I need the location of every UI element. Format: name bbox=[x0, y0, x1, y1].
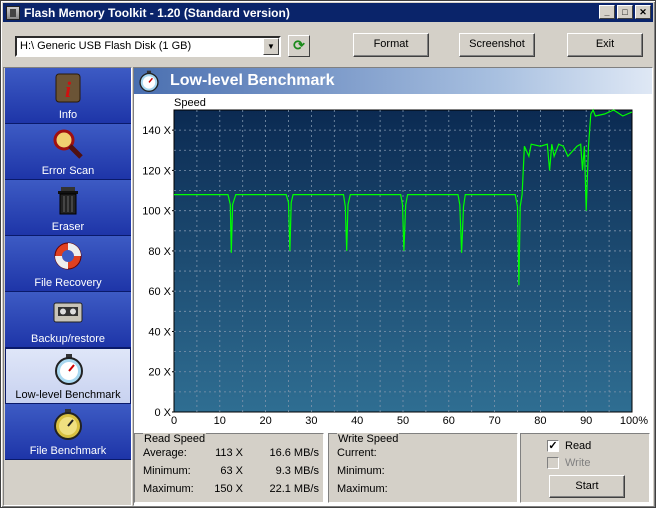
y-tick-label: 40 X bbox=[148, 326, 171, 338]
magnifier-icon bbox=[53, 129, 83, 159]
sidebar-item-backup-restore[interactable]: Backup/restore bbox=[5, 292, 131, 348]
x-tick-label: 60 bbox=[443, 415, 455, 427]
sidebar-item-file-recovery[interactable]: File Recovery bbox=[5, 236, 131, 292]
read-speed-panel: Read Speed Average: 113 X 16.6 MB/s Mini… bbox=[134, 433, 324, 503]
screenshot-button[interactable]: Screenshot bbox=[459, 33, 535, 57]
section-header: Low-level Benchmark bbox=[134, 68, 652, 94]
y-tick-label: 140 X bbox=[142, 125, 171, 137]
start-button[interactable]: Start bbox=[549, 475, 625, 498]
x-tick-label: 30 bbox=[305, 415, 317, 427]
read-minimum-x: 63 X bbox=[220, 465, 243, 477]
tape-icon bbox=[53, 302, 83, 323]
sidebar-item-info[interactable]: i Info bbox=[5, 68, 131, 124]
checkbox-box bbox=[547, 457, 559, 469]
window-controls: _ □ ✕ bbox=[597, 5, 651, 19]
sidebar-item-label: File Benchmark bbox=[29, 445, 107, 457]
app-window: Flash Memory Toolkit - 1.20 (Standard ve… bbox=[0, 0, 656, 508]
svg-text:i: i bbox=[65, 77, 72, 102]
sidebar-item-label: Eraser bbox=[51, 221, 85, 233]
x-tick-label: 0 bbox=[171, 415, 177, 427]
read-average-mbs: 16.6 MB/s bbox=[269, 447, 319, 459]
write-speed-panel: Write Speed Current: Minimum: Maximum: bbox=[328, 433, 518, 503]
close-button[interactable]: ✕ bbox=[635, 5, 651, 19]
trash-icon bbox=[58, 187, 78, 215]
stopwatch-icon bbox=[54, 409, 82, 440]
stopwatch-icon bbox=[139, 70, 159, 92]
checkmark-icon: ✓ bbox=[547, 440, 559, 452]
read-maximum-label: Maximum: bbox=[143, 483, 194, 495]
write-minimum-label: Minimum: bbox=[337, 465, 385, 477]
sidebar: i Info Error Scan Eraser File Recovery B… bbox=[3, 67, 132, 506]
section-title: Low-level Benchmark bbox=[170, 72, 335, 89]
main-panel: Low-level Benchmark 0 X 20 X 40 X 60 X 80 X 1… bbox=[133, 67, 653, 506]
drive-select-value: H:\ Generic USB Flash Disk (1 GB) bbox=[20, 40, 192, 52]
y-tick-label: 0 X bbox=[154, 407, 171, 419]
refresh-icon[interactable]: ⟳ bbox=[288, 35, 310, 57]
sidebar-item-low-level-benchmark[interactable]: Low-level Benchmark bbox=[5, 348, 131, 404]
x-tick-label: 40 bbox=[351, 415, 363, 427]
lifebuoy-icon bbox=[54, 242, 82, 270]
toolbar: H:\ Generic USB Flash Disk (1 GB) ▼ ⟳ Fo… bbox=[1, 25, 655, 65]
write-speed-title: Write Speed bbox=[337, 433, 400, 445]
y-tick-label: 60 X bbox=[148, 286, 171, 298]
minimize-button[interactable]: _ bbox=[599, 5, 615, 19]
x-tick-label: 50 bbox=[397, 415, 409, 427]
read-average-label: Average: bbox=[143, 447, 187, 459]
chevron-down-icon[interactable]: ▼ bbox=[263, 38, 279, 55]
stopwatch-icon bbox=[55, 354, 83, 385]
x-tick-label: 80 bbox=[534, 415, 546, 427]
read-speed-title: Read Speed bbox=[143, 433, 207, 445]
read-maximum-mbs: 22.1 MB/s bbox=[269, 483, 319, 495]
x-tick-label: 100% bbox=[620, 415, 648, 427]
write-checkbox-label: Write bbox=[565, 457, 591, 469]
options-panel: ✓ Read Write Start bbox=[520, 433, 650, 503]
y-tick-label: 120 X bbox=[142, 165, 171, 177]
write-maximum-label: Maximum: bbox=[337, 483, 388, 495]
info-icon: i bbox=[55, 73, 81, 103]
x-tick-label: 10 bbox=[214, 415, 226, 427]
read-average-x: 113 X bbox=[215, 447, 243, 459]
write-current-label: Current: bbox=[337, 447, 377, 459]
read-checkbox-label: Read bbox=[565, 440, 592, 452]
read-checkbox[interactable]: ✓ Read bbox=[547, 440, 591, 452]
sidebar-item-error-scan[interactable]: Error Scan bbox=[5, 124, 131, 180]
sidebar-item-label: Info bbox=[58, 109, 78, 121]
x-tick-label: 20 bbox=[259, 415, 271, 427]
sidebar-item-file-benchmark[interactable]: File Benchmark bbox=[5, 404, 131, 460]
y-tick-label: 20 X bbox=[148, 367, 171, 379]
write-checkbox[interactable]: Write bbox=[547, 457, 590, 469]
maximize-button[interactable]: □ bbox=[617, 5, 633, 19]
sidebar-item-label: Error Scan bbox=[41, 165, 95, 177]
sidebar-item-label: Backup/restore bbox=[31, 333, 105, 345]
window-title: Flash Memory Toolkit - 1.20 (Standard ve… bbox=[24, 5, 290, 20]
x-tick-label: 90 bbox=[580, 415, 592, 427]
x-tick-label: 70 bbox=[488, 415, 500, 427]
chart-svg: 0 X 20 X 40 X 60 X 80 X 100 X 120 X 140 X 0 10 20 3… bbox=[142, 97, 648, 427]
drive-select[interactable]: H:\ Generic USB Flash Disk (1 GB) ▼ bbox=[15, 36, 281, 57]
benchmark-chart: 0 X 20 X 40 X 60 X 80 X 100 X 120 X 140 X 0 10 20 3… bbox=[134, 94, 652, 432]
app-icon bbox=[6, 5, 20, 20]
sidebar-item-label: File Recovery bbox=[34, 277, 102, 289]
read-minimum-mbs: 9.3 MB/s bbox=[275, 465, 319, 477]
read-minimum-label: Minimum: bbox=[143, 465, 191, 477]
sidebar-item-label: Low-level Benchmark bbox=[15, 389, 121, 401]
y-tick-label: 80 X bbox=[148, 246, 171, 258]
sidebar-item-eraser[interactable]: Eraser bbox=[5, 180, 131, 236]
title-bar: Flash Memory Toolkit - 1.20 (Standard ve… bbox=[3, 3, 653, 22]
format-button[interactable]: Format bbox=[353, 33, 429, 57]
y-tick-label: 100 X bbox=[142, 206, 171, 218]
exit-button[interactable]: Exit bbox=[567, 33, 643, 57]
y-axis-label: Speed bbox=[174, 97, 206, 109]
read-maximum-x: 150 X bbox=[214, 483, 243, 495]
